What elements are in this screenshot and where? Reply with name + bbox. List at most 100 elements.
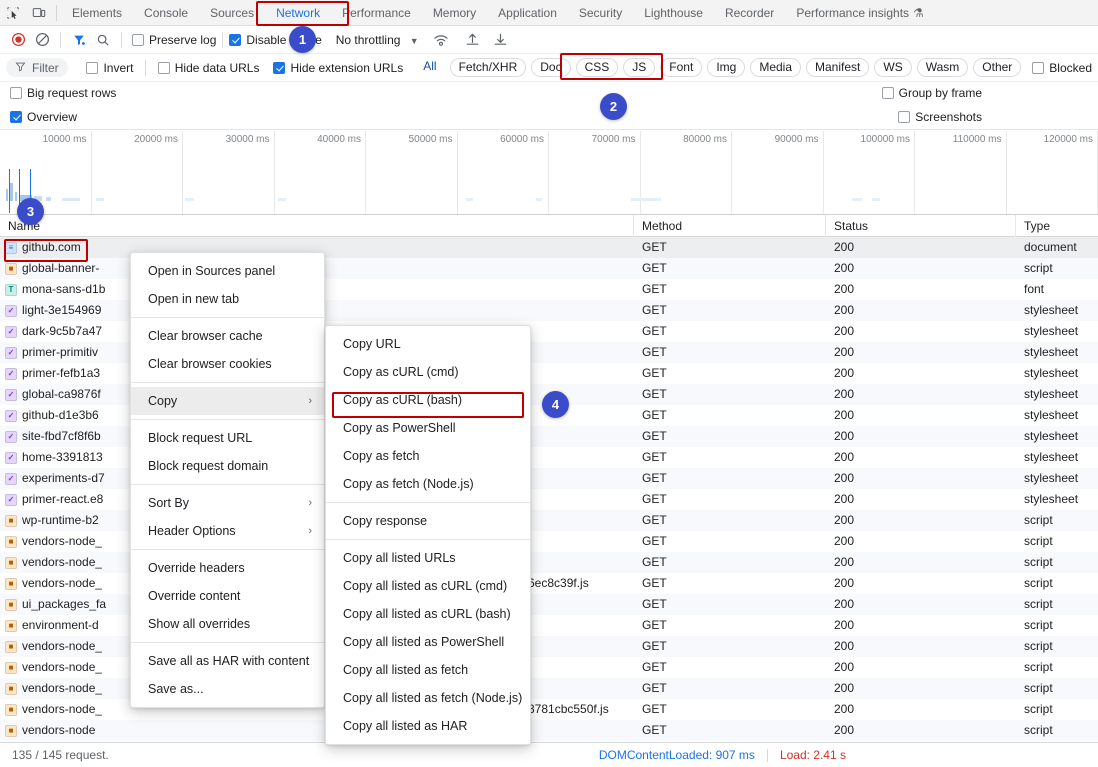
throttling-dropdown[interactable]: No throttling ▼ — [336, 33, 419, 47]
filter-chip-manifest[interactable]: Manifest — [806, 58, 869, 77]
big-request-rows-checkbox[interactable]: Big request rows — [10, 86, 116, 100]
options-row-1: Big request rows Group by frame — [0, 82, 1098, 104]
clear-network-log-icon[interactable] — [30, 28, 54, 52]
copy-menu-item-copy-as-fetch[interactable]: Copy as fetch — [326, 442, 530, 470]
column-header-status[interactable]: Status — [826, 215, 1016, 237]
overview-checkbox[interactable]: Overview — [10, 110, 77, 124]
filter-icon[interactable] — [67, 28, 91, 52]
copy-menu-item-copy-all-listed-as-curl-cmd[interactable]: Copy all listed as cURL (cmd) — [326, 572, 530, 600]
menu-item-clear-browser-cache[interactable]: Clear browser cache — [131, 322, 324, 350]
cell-status: 200 — [826, 615, 1016, 636]
menu-item-save-as[interactable]: Save as... — [131, 675, 324, 703]
tab-network[interactable]: Network — [265, 0, 331, 26]
copy-menu-item-copy-response[interactable]: Copy response — [326, 507, 530, 535]
filter-chip-css[interactable]: CSS — [576, 58, 619, 77]
tab-security[interactable]: Security — [568, 0, 633, 26]
tab-sources[interactable]: Sources — [199, 0, 265, 26]
filter-chip-fetch-xhr[interactable]: Fetch/XHR — [450, 58, 527, 77]
column-header-name[interactable]: Name — [0, 215, 634, 237]
inspect-element-icon[interactable] — [0, 0, 26, 26]
network-overview-timeline[interactable]: 10000 ms20000 ms30000 ms40000 ms50000 ms… — [0, 131, 1098, 215]
filter-chip-all[interactable]: All — [415, 58, 444, 77]
filter-input[interactable]: Filter — [6, 58, 68, 77]
cell-status: 200 — [826, 237, 1016, 258]
menu-item-override-headers[interactable]: Override headers — [131, 554, 324, 582]
request-name-tail: 6ec8c39f.js — [528, 573, 589, 594]
copy-menu-item-copy-url[interactable]: Copy URL — [326, 330, 530, 358]
copy-submenu[interactable]: Copy URLCopy as cURL (cmd)Copy as cURL (… — [325, 325, 531, 745]
copy-menu-item-copy-all-listed-as-powershell[interactable]: Copy all listed as PowerShell — [326, 628, 530, 656]
menu-item-open-in-new-tab[interactable]: Open in new tab — [131, 285, 324, 313]
column-header-type[interactable]: Type — [1016, 215, 1098, 237]
timeline-tick: 120000 ms — [1007, 131, 1098, 215]
menu-item-open-in-sources-panel[interactable]: Open in Sources panel — [131, 257, 324, 285]
stylesheet-icon: ✓ — [5, 347, 17, 359]
tab-console[interactable]: Console — [133, 0, 199, 26]
filter-chip-doc[interactable]: Doc — [531, 58, 570, 77]
cell-type: script — [1016, 552, 1098, 573]
tab-performance[interactable]: Performance — [331, 0, 422, 26]
menu-item-header-options[interactable]: Header Options› — [131, 517, 324, 545]
options-row-2: Overview Screenshots — [0, 104, 1098, 130]
blocked-checkbox[interactable]: Blocked — [1032, 61, 1092, 75]
hide-data-urls-checkbox[interactable]: Hide data URLs — [158, 61, 260, 75]
column-header-method[interactable]: Method — [634, 215, 826, 237]
menu-item-copy[interactable]: Copy› — [131, 387, 324, 415]
tab-elements[interactable]: Elements — [61, 0, 133, 26]
filter-chip-font[interactable]: Font — [660, 58, 702, 77]
table-row[interactable]: ■vendors-nodeGET200script — [0, 720, 1098, 741]
record-button[interactable] — [6, 28, 30, 52]
options-right-1: Group by frame — [882, 86, 982, 100]
tab-recorder[interactable]: Recorder — [714, 0, 785, 26]
menu-item-block-request-domain[interactable]: Block request domain — [131, 452, 324, 480]
menu-item-clear-browser-cookies[interactable]: Clear browser cookies — [131, 350, 324, 378]
copy-menu-item-copy-all-listed-urls[interactable]: Copy all listed URLs — [326, 544, 530, 572]
requests-table-header: Name Method Status Type — [0, 215, 1098, 237]
timeline-tick: 50000 ms — [366, 131, 458, 215]
copy-menu-item-copy-as-curl-cmd[interactable]: Copy as cURL (cmd) — [326, 358, 530, 386]
filter-chip-media[interactable]: Media — [750, 58, 801, 77]
screenshots-checkbox[interactable]: Screenshots — [898, 110, 982, 124]
network-conditions-icon[interactable] — [429, 28, 453, 52]
search-icon[interactable] — [91, 28, 115, 52]
copy-menu-item-copy-all-listed-as-fetch-node-js[interactable]: Copy all listed as fetch (Node.js) — [326, 684, 530, 712]
step-badge-3: 3 — [17, 198, 44, 225]
cell-status: 200 — [826, 594, 1016, 615]
copy-menu-item-copy-all-listed-as-curl-bash[interactable]: Copy all listed as cURL (bash) — [326, 600, 530, 628]
tab-performance-insights[interactable]: Performance insights⚗ — [785, 0, 934, 26]
menu-item-block-request-url[interactable]: Block request URL — [131, 424, 324, 452]
filter-chip-wasm[interactable]: Wasm — [917, 58, 969, 77]
device-toolbar-icon[interactable] — [26, 0, 52, 26]
copy-menu-item-copy-as-powershell[interactable]: Copy as PowerShell — [326, 414, 530, 442]
request-context-menu[interactable]: Open in Sources panelOpen in new tab Clea… — [130, 252, 325, 708]
cell-type: script — [1016, 636, 1098, 657]
cell-method: GET — [634, 468, 826, 489]
timeline-tick-label: 110000 ms — [953, 134, 1002, 145]
filter-chip-other[interactable]: Other — [973, 58, 1021, 77]
menu-separator — [131, 317, 324, 318]
menu-separator — [131, 642, 324, 643]
tab-memory[interactable]: Memory — [422, 0, 487, 26]
tab-lighthouse[interactable]: Lighthouse — [633, 0, 714, 26]
filter-chip-ws[interactable]: WS — [874, 58, 911, 77]
copy-menu-item-copy-as-fetch-node-js[interactable]: Copy as fetch (Node.js) — [326, 470, 530, 498]
menu-item-override-content[interactable]: Override content — [131, 582, 324, 610]
filter-chip-img[interactable]: Img — [707, 58, 745, 77]
cell-method: GET — [634, 447, 826, 468]
menu-item-sort-by[interactable]: Sort By› — [131, 489, 324, 517]
invert-checkbox[interactable]: Invert — [86, 61, 133, 75]
menu-item-save-all-as-har-with-content[interactable]: Save all as HAR with content — [131, 647, 324, 675]
hide-extension-urls-checkbox[interactable]: Hide extension URLs — [273, 61, 403, 75]
cell-type: script — [1016, 510, 1098, 531]
preserve-log-checkbox[interactable]: Preserve log — [132, 33, 216, 47]
group-by-frame-checkbox[interactable]: Group by frame — [882, 86, 982, 100]
tab-application[interactable]: Application — [487, 0, 568, 26]
filter-chip-js[interactable]: JS — [623, 58, 655, 77]
menu-item-show-all-overrides[interactable]: Show all overrides — [131, 610, 324, 638]
copy-menu-item-copy-all-listed-as-har[interactable]: Copy all listed as HAR — [326, 712, 530, 740]
export-har-icon[interactable] — [489, 28, 513, 52]
import-har-icon[interactable] — [461, 28, 485, 52]
copy-menu-item-copy-as-curl-bash[interactable]: Copy as cURL (bash) — [326, 386, 530, 414]
timeline-tick-label: 60000 ms — [500, 134, 544, 145]
copy-menu-item-copy-all-listed-as-fetch[interactable]: Copy all listed as fetch — [326, 656, 530, 684]
